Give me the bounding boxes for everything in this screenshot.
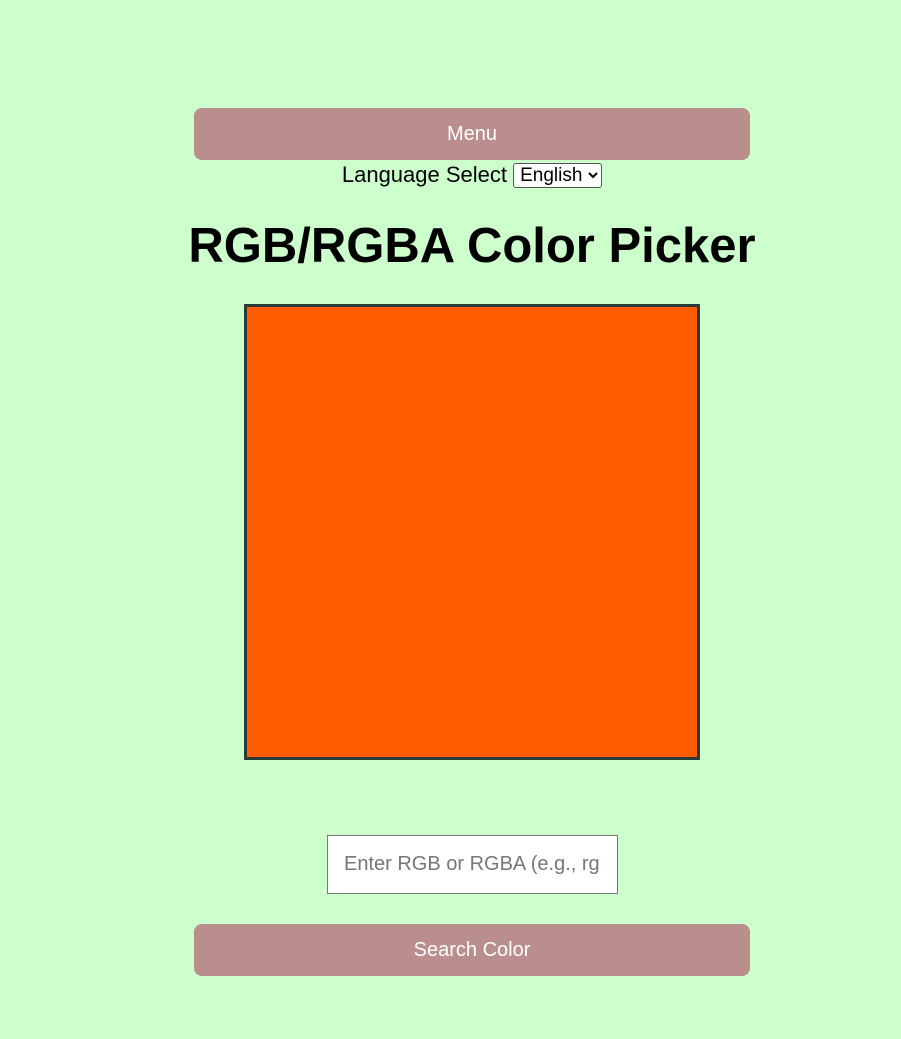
page-title: RGB/RGBA Color Picker (188, 219, 756, 273)
language-select-row: Language Select English (0, 162, 901, 188)
language-select[interactable]: English (513, 163, 603, 188)
color-preview (244, 304, 700, 760)
color-input[interactable] (327, 835, 618, 894)
language-label: Language Select (341, 162, 507, 187)
search-color-button[interactable]: Search Color (194, 924, 750, 976)
menu-button[interactable]: Menu (194, 108, 750, 160)
